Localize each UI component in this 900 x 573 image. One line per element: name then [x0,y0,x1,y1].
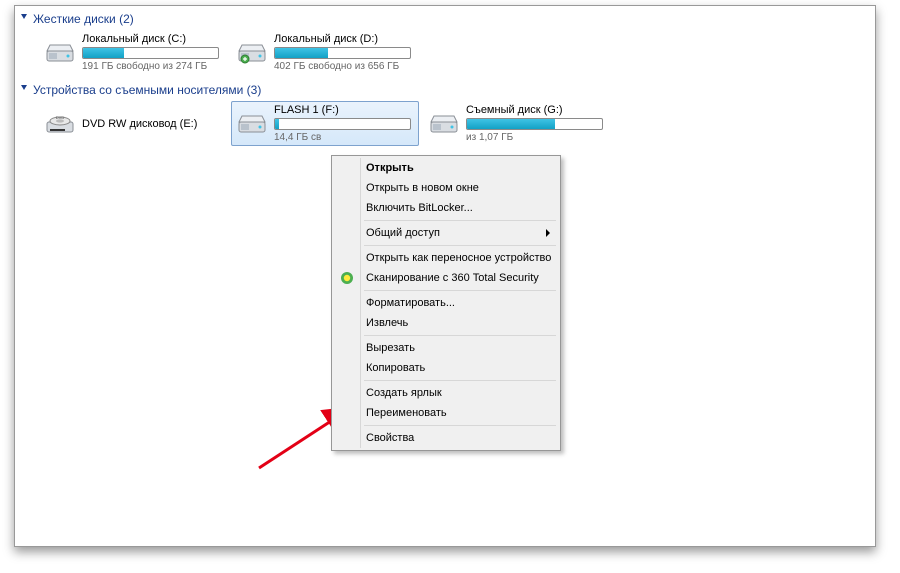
ctx-rename[interactable]: Переименовать [334,403,558,423]
context-menu: Открыть Открыть в новом окне Включить Bi… [331,155,561,451]
expand-arrow-icon [21,14,27,19]
group-count: (3) [247,83,262,97]
drives-row-hdd: Локальный диск (C:) 191 ГБ свободно из 2… [21,28,869,81]
drive-g[interactable]: Съемный диск (G:) из 1,07 ГБ [423,101,611,146]
drive-label: DVD RW дисковод (E:) [82,118,222,130]
drive-sub: из 1,07 ГБ [466,132,606,143]
drive-f[interactable]: FLASH 1 (F:) 14,4 ГБ св [231,101,419,146]
drive-sub: 191 ГБ свободно из 274 ГБ [82,61,222,72]
group-count: (2) [119,12,134,26]
separator [364,425,556,426]
ctx-share[interactable]: Общий доступ [334,223,558,243]
360-security-icon [339,270,355,286]
drive-d[interactable]: Локальный диск (D:) 402 ГБ свободно из 6… [231,30,419,75]
group-title: Устройства со съемными носителями [33,83,243,97]
ctx-open-new-window[interactable]: Открыть в новом окне [334,178,558,198]
drive-sub: 14,4 ГБ св [274,132,414,143]
drive-sub: 402 ГБ свободно из 656 ГБ [274,61,414,72]
hdd-icon [236,37,268,69]
drive-c[interactable]: Локальный диск (C:) 191 ГБ свободно из 2… [39,30,227,75]
separator [364,380,556,381]
capacity-bar [274,47,411,59]
drive-label: Съемный диск (G:) [466,104,606,116]
removable-drive-icon [236,108,268,140]
drive-label: FLASH 1 (F:) [274,104,414,116]
ctx-bitlocker[interactable]: Включить BitLocker... [334,198,558,218]
separator [364,290,556,291]
separator [364,335,556,336]
explorer-window: Жесткие диски (2) Локальный диск (C:) 19… [14,5,876,547]
ctx-create-shortcut[interactable]: Создать ярлык [334,383,558,403]
separator [364,245,556,246]
removable-drive-icon [428,108,460,140]
capacity-bar [274,118,411,130]
ctx-scan-360[interactable]: Сканирование с 360 Total Security [334,268,558,288]
drive-label: Локальный диск (C:) [82,33,222,45]
submenu-arrow-icon [546,229,550,237]
svg-text:DVD: DVD [56,115,65,120]
ctx-format[interactable]: Форматировать... [334,293,558,313]
capacity-bar [466,118,603,130]
group-header-hdd[interactable]: Жесткие диски (2) [21,10,869,28]
group-title: Жесткие диски [33,12,116,26]
ctx-copy[interactable]: Копировать [334,358,558,378]
drives-row-removable: DVD DVD RW дисковод (E:) FLASH 1 (F:) 14… [21,99,869,152]
ctx-open[interactable]: Открыть [334,158,558,178]
dvd-drive-icon: DVD [44,108,76,140]
drive-e[interactable]: DVD DVD RW дисковод (E:) [39,101,227,146]
expand-arrow-icon [21,85,27,90]
ctx-eject[interactable]: Извлечь [334,313,558,333]
hdd-icon [44,37,76,69]
capacity-bar [82,47,219,59]
separator [364,220,556,221]
drive-label: Локальный диск (D:) [274,33,414,45]
ctx-properties[interactable]: Свойства [334,428,558,448]
ctx-portable-device[interactable]: Открыть как переносное устройство [334,248,558,268]
group-header-removable[interactable]: Устройства со съемными носителями (3) [21,81,869,99]
ctx-cut[interactable]: Вырезать [334,338,558,358]
